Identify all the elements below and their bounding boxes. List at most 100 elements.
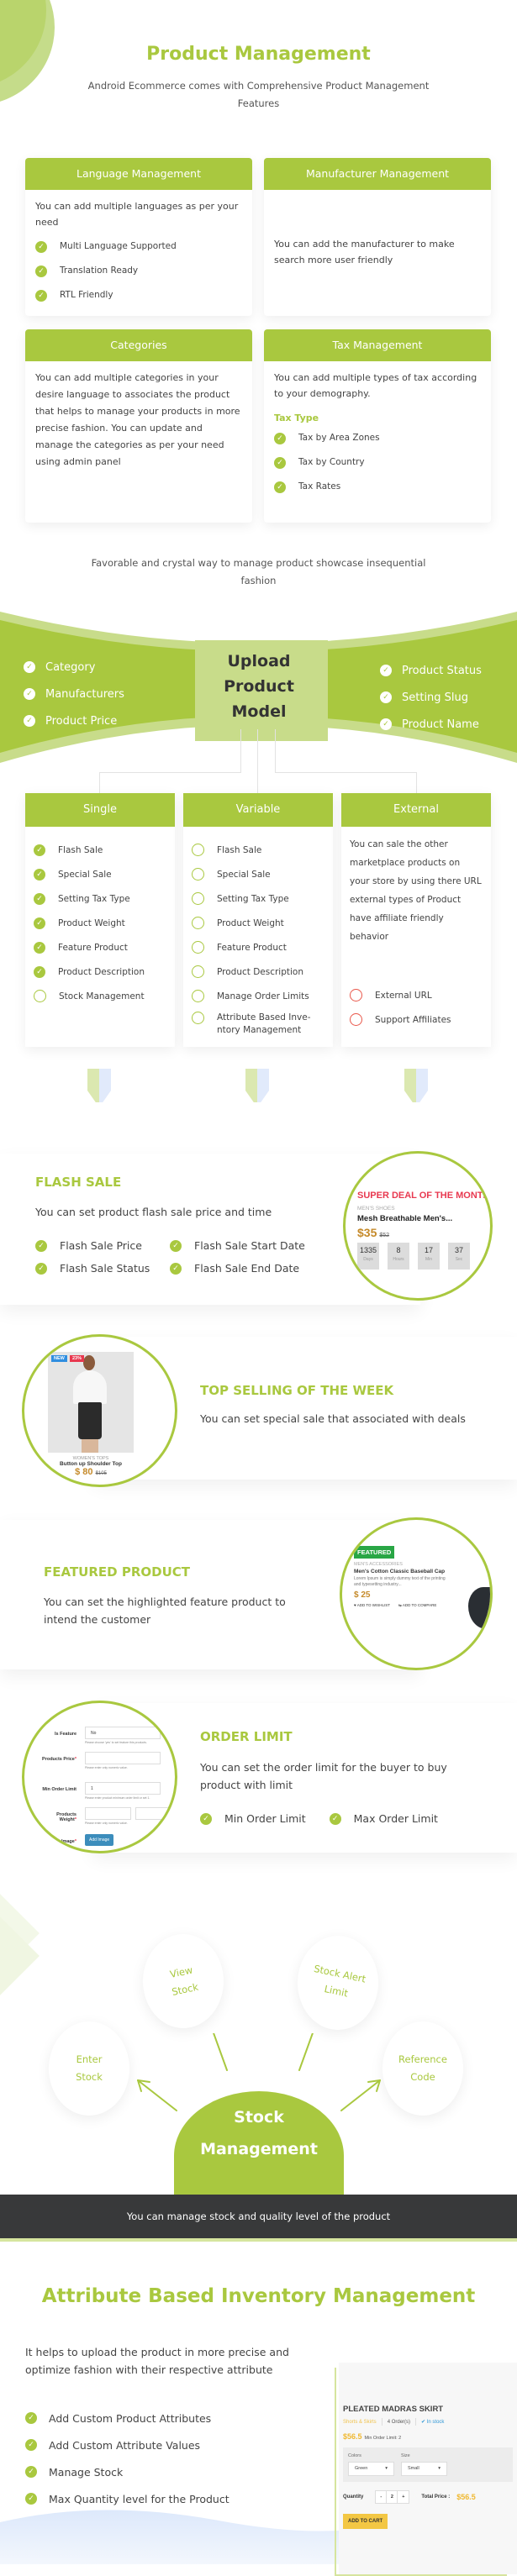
card-title: Categories	[25, 329, 252, 361]
connector-line	[240, 729, 241, 773]
item-label: Flash Sale Price	[60, 1239, 142, 1252]
list-item: ✓ Flash Sale End Date	[170, 1262, 321, 1275]
product-price: $ 80 $105	[48, 1467, 134, 1477]
card-categories: Categories You can add multiple categori…	[25, 329, 252, 523]
timer-value: 17	[424, 1246, 433, 1254]
colors-select[interactable]: Green ▾	[348, 2462, 394, 2476]
add-image-button[interactable]: Add Image	[85, 1834, 114, 1846]
variable-feature-list: Flash Sale Special Sale Setting Tax Type Pr…	[192, 838, 324, 1042]
item-label: Tax by Country	[298, 457, 365, 467]
upload-left-list: ✓ Category ✓ Manufacturers ✓ Product Price	[24, 654, 124, 734]
decrement-button[interactable]: -	[376, 2491, 388, 2503]
item-label: RTL Friendly	[60, 290, 113, 300]
quantity-stepper[interactable]: - 2 +	[375, 2490, 410, 2504]
item-label: Tax by Area Zones	[298, 433, 380, 443]
products-price-input[interactable]	[85, 1752, 161, 1764]
timer-days: 1335 Days	[357, 1243, 379, 1270]
chevron-down-icon: ▾	[438, 2466, 441, 2471]
countdown-timer: 1335 Days 8 Hours 17 Min 37 Sec	[357, 1243, 490, 1270]
connector-line	[275, 729, 276, 773]
products-weight-input[interactable]	[85, 1807, 131, 1820]
card-description: You can add multiple categories in your …	[35, 372, 240, 467]
list-item: ✓ Add Custom Attribute Values	[25, 2431, 229, 2458]
item-label: Product Price	[45, 714, 118, 728]
total-price-value: $56.5	[456, 2493, 476, 2501]
list-item: ✓ Max Order Limit	[329, 1812, 438, 1825]
list-item: ✓ Flash Sale	[34, 838, 166, 862]
total-price-label: Total Price :	[421, 2495, 451, 2500]
empty-circle-icon	[192, 868, 204, 881]
connector-line	[99, 772, 241, 773]
list-item: Support Affiliates	[350, 1007, 483, 1032]
timer-sec: 37 Sec	[448, 1243, 470, 1270]
field-help: Please enter product minimum order limit…	[85, 1796, 150, 1800]
quantity-input[interactable]: 2	[387, 2491, 398, 2503]
deal-product-name: Mesh Breathable Men's...	[357, 1214, 453, 1223]
timer-value: 1335	[359, 1246, 377, 1254]
timer-label: Days	[363, 1257, 373, 1262]
top-selling-title: TOP SELLING OF THE WEEK	[200, 1383, 394, 1398]
list-item: ✓ Flash Sale Status	[35, 1262, 170, 1275]
chevron-down-icon: ▾	[385, 2466, 388, 2471]
check-icon: ✓	[35, 1239, 47, 1252]
product-category-link[interactable]: Shorts & Skirts	[343, 2420, 377, 2425]
check-icon: ✓	[34, 917, 45, 929]
list-item: Flash Sale	[192, 838, 324, 862]
increment-button[interactable]: +	[398, 2491, 409, 2503]
timer-label: Sec	[455, 1257, 463, 1262]
check-icon: ✓	[25, 2439, 37, 2451]
list-item: ✓ Special Sale	[34, 862, 166, 886]
list-item: ✓ Multi Language Supported	[35, 234, 242, 259]
weight-unit-select[interactable]	[135, 1807, 169, 1820]
stock-status: ✔ In stock	[421, 2420, 445, 2425]
flash-sale-description: You can set product flash sale price and…	[35, 1206, 272, 1218]
price: $35	[357, 1226, 377, 1239]
tax-type-heading: Tax Type	[274, 413, 319, 423]
connector-line	[257, 729, 258, 794]
timer-hours: 8 Hours	[388, 1243, 409, 1270]
quantity-label: Quantity	[343, 2495, 364, 2500]
check-icon: ✓	[35, 289, 47, 302]
list-item: ✓ Product Weight	[34, 911, 166, 935]
list-item: ✓ RTL Friendly	[35, 283, 242, 308]
list-item: ✓ Tax Rates	[274, 475, 481, 499]
label-text: Weight	[59, 1817, 75, 1822]
card-title: Single	[25, 793, 175, 827]
item-label: Add Custom Product Attributes	[49, 2411, 212, 2425]
add-to-cart-button[interactable]: ADD TO CART	[343, 2514, 388, 2529]
field-help: Please choose 'yes' to set feature this …	[85, 1741, 147, 1744]
empty-circle-icon	[192, 917, 204, 929]
item-label: Min Order Limit	[224, 1812, 306, 1825]
check-icon: ✓	[35, 1262, 47, 1275]
min-order-limit-input[interactable]: 1	[85, 1782, 161, 1795]
card-manufacturer-management: Manufacturer Management You can add the …	[264, 158, 491, 316]
check-icon: ✓	[35, 265, 47, 277]
size-select[interactable]: Small ▾	[401, 2462, 447, 2476]
top-selling-description: You can set special sale that associated…	[200, 1412, 466, 1425]
card-description: You can sale the other marketplace produ…	[350, 839, 482, 942]
is-feature-select[interactable]: No	[85, 1727, 161, 1739]
product-name: Men's Cotton Classic Baseball Cap	[354, 1569, 446, 1575]
empty-circle-icon	[192, 941, 204, 954]
list-item: ✓ Manage Stock	[25, 2458, 229, 2485]
featured-preview: FEATURED MEN'S ACCESSORIES Men's Cotton …	[340, 1517, 493, 1670]
check-icon: ✓	[25, 2493, 37, 2505]
timer-value: 8	[396, 1246, 401, 1254]
center-line: Stock	[234, 2108, 284, 2127]
check-icon: ✓	[25, 2412, 37, 2424]
upload-model-title: Upload Product Model	[195, 649, 323, 724]
add-to-compare-link[interactable]: ⇆ ADD TO COMPARE	[398, 1603, 436, 1608]
compare-label: ADD TO COMPARE	[402, 1603, 437, 1607]
product-category: MEN'S ACCESSORIES	[354, 1562, 403, 1567]
list-item: ✓ Min Order Limit	[200, 1812, 306, 1825]
add-to-wishlist-link[interactable]: ♥ ADD TO WISHLIST	[354, 1603, 390, 1608]
empty-circle-icon	[350, 989, 362, 1001]
card-description: You can add the manufacturer to make sea…	[274, 239, 455, 265]
list-item: Product Weight	[192, 911, 324, 935]
item-label: Add Custom Attribute Values	[49, 2438, 201, 2452]
order-limit-title: ORDER LIMIT	[200, 1729, 293, 1744]
check-icon: ✓	[380, 691, 392, 703]
list-item: Special Sale	[192, 862, 324, 886]
upload-right-list: ✓ Product Status ✓ Setting Slug ✓ Product N…	[380, 657, 482, 738]
list-item: ✓ Tax by Area Zones	[274, 426, 481, 450]
